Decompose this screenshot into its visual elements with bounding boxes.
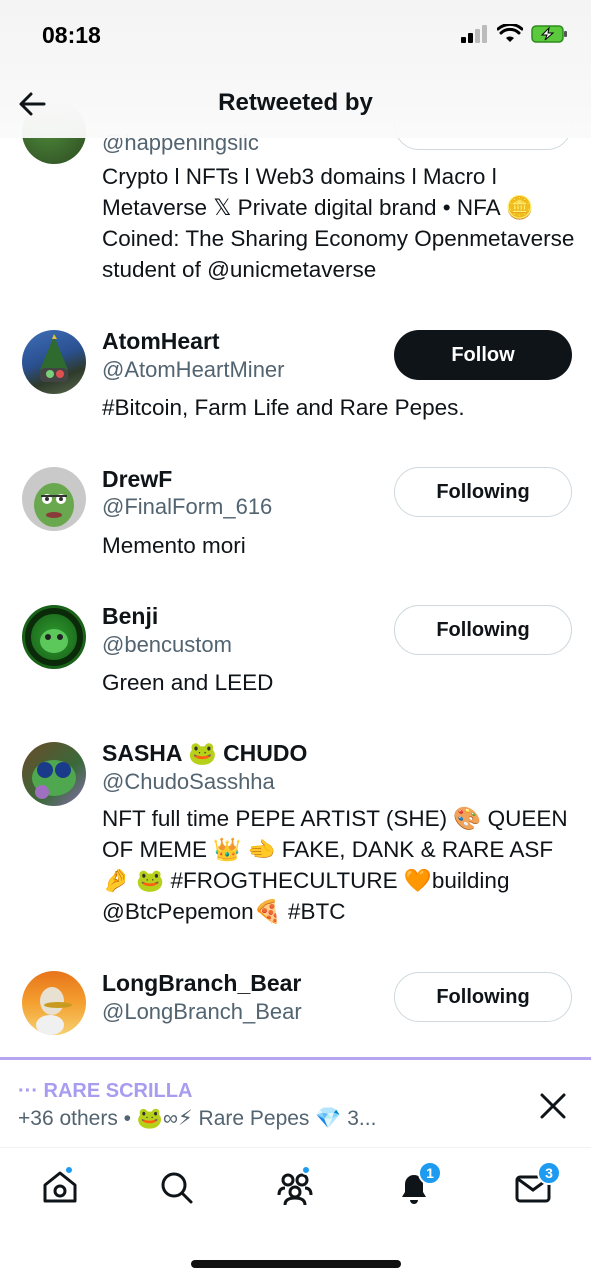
user-bio: Green and LEED: [102, 670, 274, 695]
user-name[interactable]: SASHA 🐸 CHUDO: [102, 740, 307, 767]
user-handle: @LongBranch_Bear: [102, 999, 302, 1024]
tab-messages[interactable]: 3: [513, 1161, 561, 1207]
tab-notifications[interactable]: 1: [394, 1161, 442, 1207]
avatar-image: [40, 334, 68, 382]
user-name[interactable]: AtomHeart: [102, 328, 220, 355]
messages-badge: 3: [537, 1161, 561, 1185]
follow-button[interactable]: Follow: [394, 330, 572, 380]
bottom-tab-bar: 1 3: [0, 1149, 591, 1280]
tab-search[interactable]: [156, 1167, 196, 1207]
user-bio: Crypto l NFTs l Web3 domains l Macro l M…: [102, 164, 575, 282]
following-button[interactable]: Following: [394, 972, 572, 1022]
avatar[interactable]: [22, 971, 86, 1035]
user-bio: NFT full time PEPE ARTIST (SHE) 🎨 QUEEN …: [102, 806, 568, 924]
banner-title: ··· RARE SCRILLA: [18, 1080, 193, 1102]
user-name[interactable]: LongBranch_Bear: [102, 970, 301, 997]
avatar[interactable]: [22, 330, 86, 394]
avatar[interactable]: [22, 605, 86, 669]
top-header: 08:18 Retweeted by: [0, 0, 591, 138]
avatar[interactable]: [22, 742, 86, 806]
user-handle: @AtomHeartMiner: [102, 357, 285, 382]
user-bio: #Bitcoin, Farm Life and Rare Pepes.: [102, 395, 465, 420]
home-notification-dot: [64, 1165, 74, 1175]
following-button[interactable]: Following: [394, 467, 572, 517]
page-title: Retweeted by: [218, 89, 373, 116]
user-bio: Memento mori: [102, 533, 246, 558]
avatar-image: [25, 608, 83, 666]
home-indicator: [191, 1260, 401, 1268]
wifi-icon: [497, 24, 523, 42]
notifications-badge: 1: [418, 1161, 442, 1185]
user-handle: @ChudoSasshha: [102, 769, 275, 794]
avatar-image: [36, 987, 72, 1035]
user-handle: @bencustom: [102, 632, 232, 657]
battery-charging-icon: [531, 25, 567, 43]
following-button[interactable]: Following: [394, 605, 572, 655]
cellular-signal-icon: [461, 25, 487, 43]
communities-notification-dot: [301, 1165, 311, 1175]
user-name[interactable]: Benji: [102, 603, 158, 630]
status-time: 08:18: [42, 22, 101, 48]
user-handle: @FinalForm_616: [102, 494, 273, 519]
search-icon: [161, 1172, 193, 1204]
tab-communities[interactable]: [275, 1165, 315, 1207]
tab-home[interactable]: [40, 1165, 80, 1207]
retweeters-list[interactable]: @happeningsllc Crypto l NFTs l Web3 doma…: [0, 0, 591, 1058]
home-icon: [43, 1171, 77, 1203]
avatar-image: [32, 760, 76, 799]
banner-subtitle: +36 others • 🐸∞⚡ Rare Pepes 💎 3...: [18, 1107, 377, 1130]
close-icon[interactable]: [538, 1091, 568, 1121]
avatar[interactable]: [22, 467, 86, 531]
avatar-image: [34, 483, 74, 527]
status-icons: [461, 24, 569, 44]
space-banner[interactable]: ··· RARE SCRILLA +36 others • 🐸∞⚡ Rare P…: [0, 1060, 591, 1148]
user-name[interactable]: DrewF: [102, 466, 172, 493]
